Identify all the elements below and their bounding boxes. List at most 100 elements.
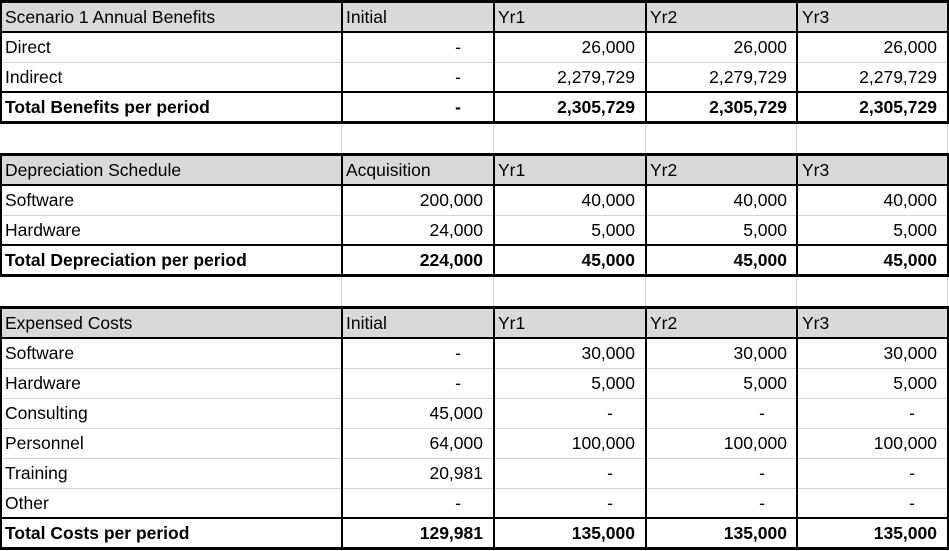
column-border (796, 0, 798, 124)
table-row: Personnel 64,000 100,000 100,000 100,000 (0, 428, 949, 458)
value-cell[interactable]: - (493, 458, 645, 488)
value-cell[interactable]: 24,000 (341, 215, 493, 245)
value-cell[interactable]: - (341, 338, 493, 368)
value-cell[interactable]: 20,981 (341, 458, 493, 488)
value-cell[interactable]: 2,305,729 (797, 92, 947, 122)
value-cell[interactable]: 40,000 (493, 185, 645, 215)
column-border (645, 0, 647, 124)
column-header[interactable]: Yr1 (493, 2, 645, 32)
column-header[interactable]: Yr3 (797, 308, 947, 338)
value-cell[interactable]: - (645, 398, 797, 428)
value-cell[interactable]: 30,000 (493, 338, 645, 368)
value-cell[interactable]: 135,000 (645, 518, 797, 548)
value-cell[interactable]: 26,000 (797, 32, 947, 62)
value-cell[interactable]: 26,000 (645, 32, 797, 62)
value-cell[interactable]: 26,000 (493, 32, 645, 62)
value-cell[interactable]: - (493, 398, 645, 428)
value-cell[interactable]: - (645, 488, 797, 518)
value-cell[interactable]: 5,000 (797, 215, 947, 245)
column-header[interactable]: Yr2 (645, 2, 797, 32)
table-row: Software 200,000 40,000 40,000 40,000 (0, 185, 949, 215)
column-header[interactable]: Yr1 (493, 155, 645, 185)
value-cell[interactable]: - (797, 458, 947, 488)
row-label[interactable]: Software (0, 338, 341, 368)
row-label[interactable]: Other (0, 488, 341, 518)
row-label[interactable]: Personnel (0, 428, 341, 458)
value-cell[interactable]: 100,000 (493, 428, 645, 458)
value-cell[interactable]: 5,000 (645, 368, 797, 398)
value-cell[interactable]: 5,000 (797, 368, 947, 398)
value-cell[interactable]: 2,279,729 (493, 62, 645, 92)
column-header[interactable]: Yr3 (797, 155, 947, 185)
column-header[interactable]: Initial (341, 2, 493, 32)
value-cell[interactable]: 40,000 (797, 185, 947, 215)
table-row: Hardware -5,000 5,000 5,000 (0, 368, 949, 398)
column-border (493, 153, 495, 277)
value-cell[interactable]: 5,000 (645, 215, 797, 245)
value-cell[interactable]: 135,000 (493, 518, 645, 548)
column-header[interactable]: Yr3 (797, 2, 947, 32)
value-cell[interactable]: 100,000 (797, 428, 947, 458)
value-cell[interactable]: 100,000 (645, 428, 797, 458)
value-cell[interactable]: 2,305,729 (645, 92, 797, 122)
value-cell[interactable]: 2,279,729 (797, 62, 947, 92)
value-cell[interactable]: 5,000 (493, 215, 645, 245)
value-cell[interactable]: 45,000 (645, 245, 797, 275)
column-header[interactable]: Yr2 (645, 155, 797, 185)
value-cell[interactable]: 30,000 (645, 338, 797, 368)
value-cell[interactable]: 64,000 (341, 428, 493, 458)
header-bottom-border (0, 31, 949, 33)
value-cell[interactable]: - (493, 488, 645, 518)
column-border (645, 306, 647, 550)
table-row: Software -30,000 30,000 30,000 (0, 338, 949, 368)
section-header-row: Depreciation Schedule Acquisition Yr1 Yr2 Yr… (0, 155, 949, 185)
value-cell[interactable]: 45,000 (341, 398, 493, 428)
section-title[interactable]: Expensed Costs (0, 308, 341, 338)
value-cell[interactable]: 224,000 (341, 245, 493, 275)
row-label[interactable]: Total Benefits per period (0, 92, 341, 122)
value-cell[interactable]: - (341, 368, 493, 398)
section-title[interactable]: Depreciation Schedule (0, 155, 341, 185)
section-title[interactable]: Scenario 1 Annual Benefits (0, 2, 341, 32)
value-cell[interactable]: 129,981 (341, 518, 493, 548)
value-cell[interactable]: - (797, 398, 947, 428)
row-label[interactable]: Total Costs per period (0, 518, 341, 548)
value-cell[interactable]: 45,000 (493, 245, 645, 275)
column-border (341, 153, 343, 277)
table-row: Other - - - - (0, 488, 949, 518)
total-top-border (0, 517, 949, 519)
value-cell[interactable]: 40,000 (645, 185, 797, 215)
value-cell[interactable]: - (341, 92, 493, 122)
column-border (796, 153, 798, 277)
row-label[interactable]: Hardware (0, 368, 341, 398)
column-header[interactable]: Yr2 (645, 308, 797, 338)
value-cell[interactable]: - (645, 458, 797, 488)
column-border (796, 306, 798, 550)
row-label[interactable]: Total Depreciation per period (0, 245, 341, 275)
row-label[interactable]: Training (0, 458, 341, 488)
value-cell[interactable]: 200,000 (341, 185, 493, 215)
total-row: Total Benefits per period -2,305,729 2,305… (0, 92, 949, 122)
row-label[interactable]: Direct (0, 32, 341, 62)
table-row: Hardware 24,000 5,000 5,000 5,000 (0, 215, 949, 245)
row-label[interactable]: Hardware (0, 215, 341, 245)
value-cell[interactable]: 2,279,729 (645, 62, 797, 92)
value-cell[interactable]: 2,305,729 (493, 92, 645, 122)
column-border (0, 153, 2, 277)
value-cell[interactable]: 5,000 (493, 368, 645, 398)
value-cell[interactable]: 30,000 (797, 338, 947, 368)
column-header[interactable]: Initial (341, 308, 493, 338)
row-label[interactable]: Consulting (0, 398, 341, 428)
value-cell[interactable]: - (797, 488, 947, 518)
value-cell[interactable]: - (341, 488, 493, 518)
column-header[interactable]: Acquisition (341, 155, 493, 185)
row-label[interactable]: Indirect (0, 62, 341, 92)
value-cell[interactable]: 45,000 (797, 245, 947, 275)
value-cell[interactable]: - (341, 62, 493, 92)
section-top-border (0, 153, 949, 156)
row-label[interactable]: Software (0, 185, 341, 215)
column-border (0, 0, 2, 124)
column-header[interactable]: Yr1 (493, 308, 645, 338)
value-cell[interactable]: 135,000 (797, 518, 947, 548)
value-cell[interactable]: - (341, 32, 493, 62)
